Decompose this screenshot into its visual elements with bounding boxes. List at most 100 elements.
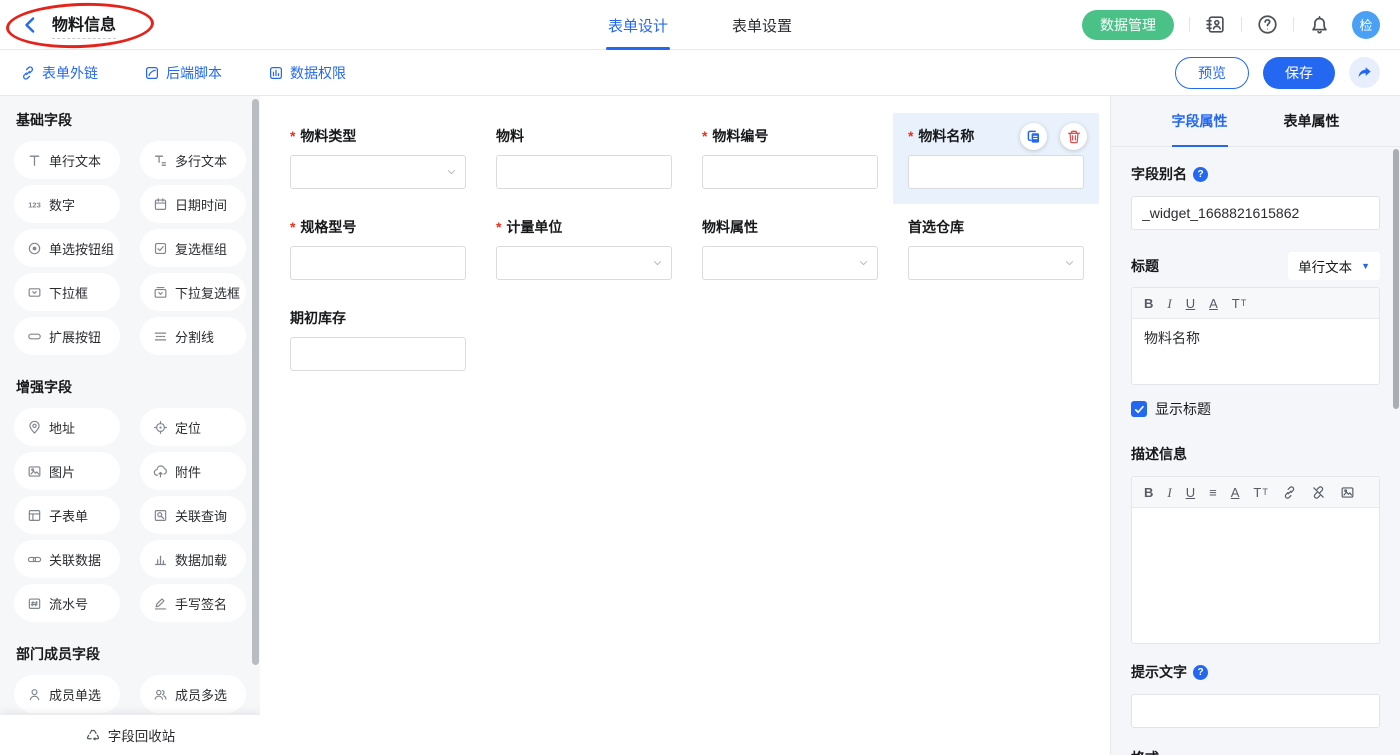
canvas-field[interactable]: 期初库存 xyxy=(275,295,481,386)
copy-field-button[interactable] xyxy=(1020,123,1047,150)
canvas-field[interactable]: 物料属性 xyxy=(687,204,893,295)
editor-tool-link[interactable] xyxy=(1282,485,1297,500)
sidebar-item-attachment[interactable]: 附件 xyxy=(140,452,246,490)
canvas-field-input[interactable] xyxy=(496,155,672,189)
caret-down-icon: ▼ xyxy=(1361,261,1370,271)
property-panel: 字段属性表单属性 字段别名 ? 标题 单行文本 ▼ BIUATT 物料名称 xyxy=(1110,96,1400,755)
sidebar-item-label: 日期时间 xyxy=(175,195,227,214)
canvas-field-input[interactable] xyxy=(290,246,466,280)
sidebar-item-number[interactable]: 123数字 xyxy=(14,185,120,223)
divider xyxy=(1241,17,1242,32)
sidebar-scrollbar-thumb[interactable] xyxy=(252,99,259,665)
sidebar-item-serial[interactable]: 流水号 xyxy=(14,584,120,622)
canvas-field-input[interactable] xyxy=(908,155,1084,189)
tab-form-design[interactable]: 表单设计 xyxy=(608,0,668,50)
title-editor-content[interactable]: 物料名称 xyxy=(1132,319,1379,384)
show-title-checkbox[interactable] xyxy=(1131,401,1147,417)
editor-tool-bold[interactable]: B xyxy=(1144,297,1153,310)
hint-input[interactable] xyxy=(1131,694,1380,728)
tab-form-properties[interactable]: 表单属性 xyxy=(1284,96,1340,147)
radio-icon xyxy=(27,241,42,256)
form-canvas[interactable]: * 物料类型 物料 * 物料编号 * 物料名称 xyxy=(260,96,1110,755)
canvas-field-select[interactable] xyxy=(496,246,672,280)
contact-book-icon[interactable] xyxy=(1205,14,1226,35)
editor-tool-color[interactable]: A xyxy=(1231,486,1240,499)
editor-tool-underline[interactable]: U xyxy=(1186,486,1195,499)
sidebar-item-datetime[interactable]: 日期时间 xyxy=(140,185,246,223)
sidebar-item-linked-data[interactable]: 关联数据 xyxy=(14,540,120,578)
canvas-field-input[interactable] xyxy=(702,155,878,189)
share-button[interactable] xyxy=(1349,57,1380,88)
canvas-field-input[interactable] xyxy=(290,337,466,371)
editor-tool-unlink[interactable] xyxy=(1311,485,1326,500)
hint-help-icon[interactable]: ? xyxy=(1193,665,1208,680)
data-manage-button[interactable]: 数据管理 xyxy=(1082,10,1174,40)
field-type-select[interactable]: 单行文本 ▼ xyxy=(1288,252,1380,280)
editor-tool-italic[interactable]: I xyxy=(1167,297,1171,310)
avatar[interactable]: 检 xyxy=(1352,11,1380,39)
field-recycle-button[interactable]: 字段回收站 xyxy=(0,715,260,755)
description-editor-content[interactable] xyxy=(1132,508,1379,643)
sidebar-item-data-load[interactable]: 数据加载 xyxy=(140,540,246,578)
editor-tool-italic[interactable]: I xyxy=(1167,486,1171,499)
sidebar-item-checkbox[interactable]: 复选框组 xyxy=(140,229,246,267)
field-alias-help-icon[interactable]: ? xyxy=(1193,167,1208,182)
canvas-field[interactable]: * 物料类型 xyxy=(275,113,481,204)
sidebar-item-select[interactable]: 下拉框 xyxy=(14,273,120,311)
editor-tool-image[interactable] xyxy=(1340,485,1355,500)
toolbar-link-2[interactable]: 数据权限 xyxy=(268,63,346,83)
sidebar-section-title: 基础字段 xyxy=(16,110,246,130)
save-button[interactable]: 保存 xyxy=(1263,57,1335,89)
help-icon[interactable] xyxy=(1257,14,1278,35)
canvas-field-select[interactable] xyxy=(702,246,878,280)
sidebar-item-image[interactable]: 图片 xyxy=(14,452,120,490)
canvas-field[interactable]: * 物料名称 xyxy=(893,113,1099,204)
sidebar-item-text[interactable]: 单行文本 xyxy=(14,141,120,179)
title-label: 标题 xyxy=(1131,256,1159,276)
canvas-field[interactable]: 物料 xyxy=(481,113,687,204)
sidebar-item-linked-query[interactable]: 关联查询 xyxy=(140,496,246,534)
editor-tool-size[interactable]: TT xyxy=(1232,297,1246,310)
page-title[interactable]: 物料信息 xyxy=(52,11,116,39)
show-title-checkbox-row[interactable]: 显示标题 xyxy=(1131,399,1380,419)
tab-field-properties[interactable]: 字段属性 xyxy=(1172,96,1228,147)
required-star: * xyxy=(290,128,295,144)
sidebar-item-member-single[interactable]: 成员单选 xyxy=(14,675,120,713)
editor-tool-size[interactable]: TT xyxy=(1253,486,1267,499)
widget-sidebar: 基础字段 单行文本 多行文本 123数字 日期时间 单选按钮组 xyxy=(0,96,260,755)
editor-tool-underline[interactable]: U xyxy=(1186,297,1195,310)
back-icon[interactable] xyxy=(20,15,40,35)
sidebar-item-textarea[interactable]: 多行文本 xyxy=(140,141,246,179)
sidebar-item-label: 单选按钮组 xyxy=(49,239,114,258)
canvas-field[interactable]: * 规格型号 xyxy=(275,204,481,295)
chevron-down-icon xyxy=(447,168,456,177)
editor-tool-bold[interactable]: B xyxy=(1144,486,1153,499)
panel-scrollbar-thumb[interactable] xyxy=(1393,149,1399,409)
canvas-field[interactable]: 首选仓库 xyxy=(893,204,1099,295)
canvas-field-select[interactable] xyxy=(290,155,466,189)
canvas-field[interactable]: * 物料编号 xyxy=(687,113,893,204)
bell-icon[interactable] xyxy=(1309,14,1330,35)
tab-form-settings[interactable]: 表单设置 xyxy=(732,0,792,50)
editor-tool-align[interactable]: ≡ xyxy=(1209,486,1217,499)
recycle-icon xyxy=(85,727,101,743)
sidebar-item-signature[interactable]: 手写签名 xyxy=(140,584,246,622)
toolbar-link-1[interactable]: 后端脚本 xyxy=(144,63,222,83)
sidebar-item-location[interactable]: 定位 xyxy=(140,408,246,446)
sidebar-item-multiselect[interactable]: 下拉复选框 xyxy=(140,273,246,311)
sidebar-item-address[interactable]: 地址 xyxy=(14,408,120,446)
sidebar-item-radio[interactable]: 单选按钮组 xyxy=(14,229,120,267)
sidebar-item-button[interactable]: 扩展按钮 xyxy=(14,317,120,355)
canvas-field-select[interactable] xyxy=(908,246,1084,280)
editor-tool-color[interactable]: A xyxy=(1209,297,1218,310)
canvas-field[interactable]: * 计量单位 xyxy=(481,204,687,295)
sidebar-item-member-multi[interactable]: 成员多选 xyxy=(140,675,246,713)
preview-button[interactable]: 预览 xyxy=(1175,57,1249,89)
toolbar-link-0[interactable]: 表单外链 xyxy=(20,63,98,83)
field-alias-input[interactable] xyxy=(1131,196,1380,230)
delete-field-button[interactable] xyxy=(1060,123,1087,150)
sidebar-item-divider[interactable]: 分割线 xyxy=(140,317,246,355)
linked-query-icon xyxy=(153,508,168,523)
sidebar-item-subform[interactable]: 子表单 xyxy=(14,496,120,534)
field-grid: * 物料类型 物料 * 物料编号 * 物料名称 xyxy=(275,113,1110,386)
